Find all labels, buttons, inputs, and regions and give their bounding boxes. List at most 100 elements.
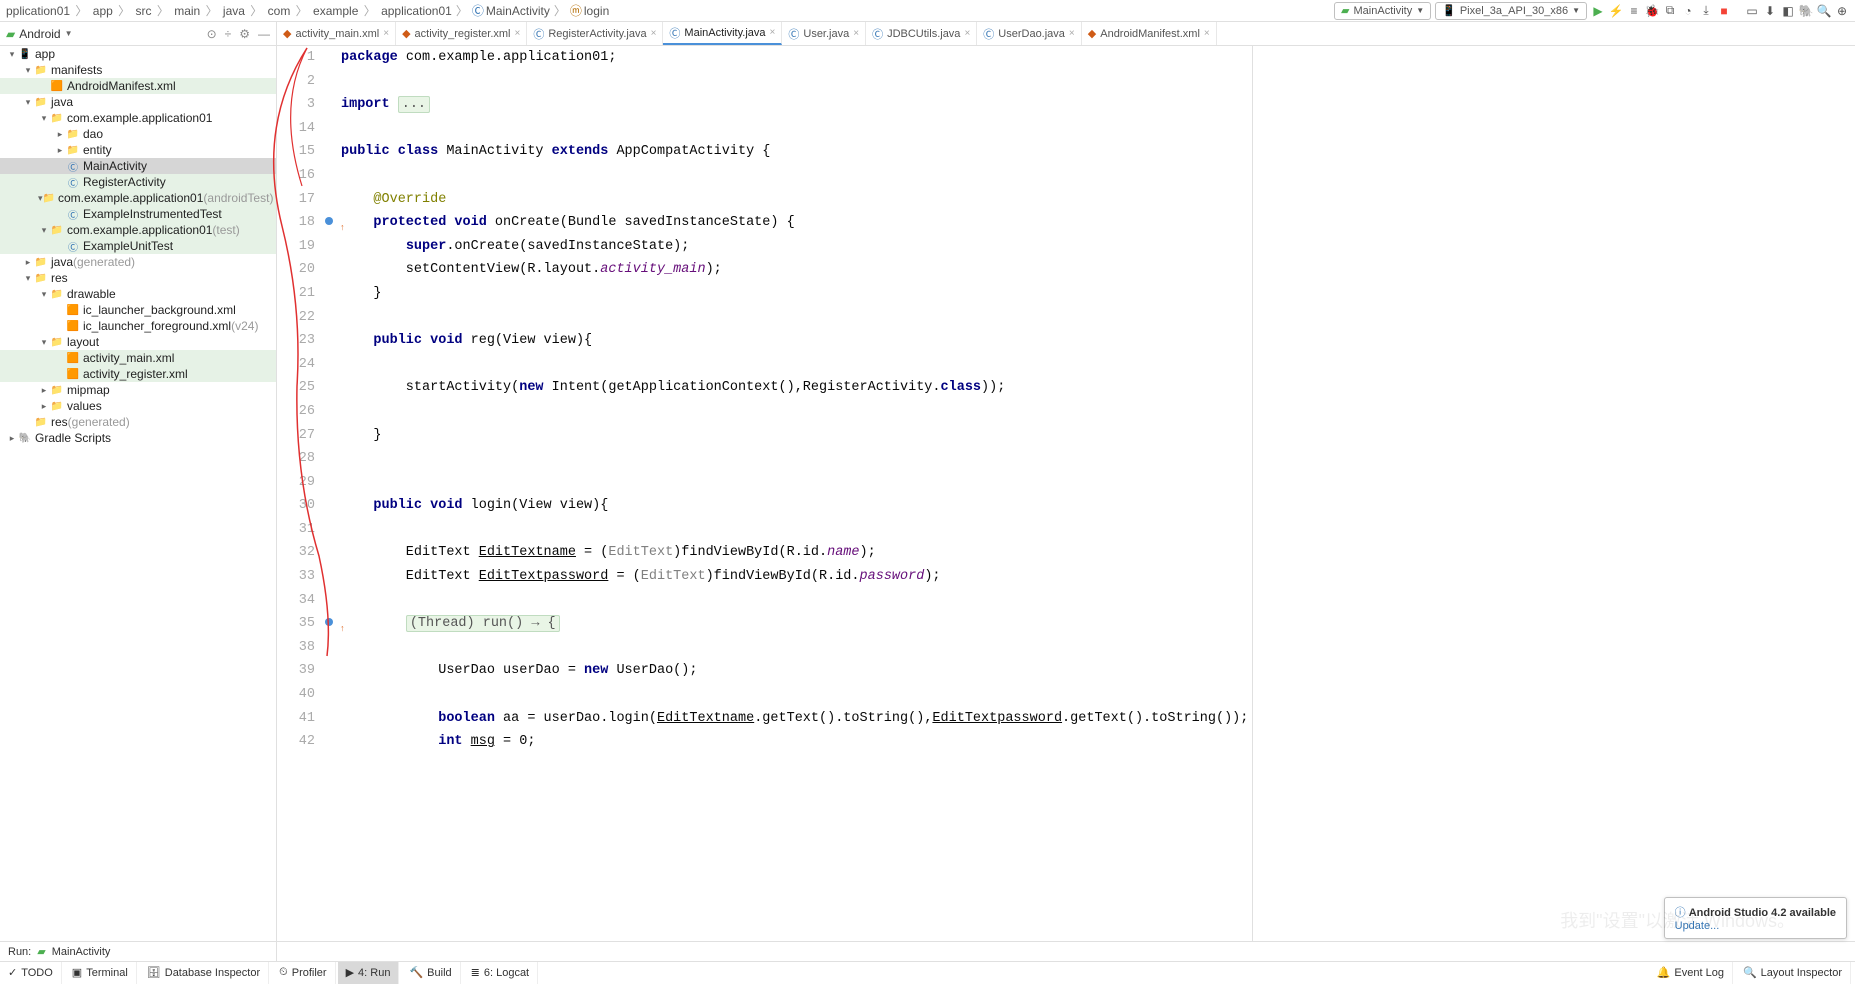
close-tab-icon[interactable]: × [515,28,521,39]
editor-right-margin [1252,46,1253,941]
tree-node[interactable]: ▾📁java [0,94,276,110]
editor-tab[interactable]: ⒸMainActivity.java× [663,22,782,45]
tree-node[interactable]: ▾📁com.example.application01 (androidTest… [0,190,276,206]
tool-window-button[interactable]: 🔔Event Log [1649,962,1733,984]
breadcrumb-class[interactable]: MainActivity [486,4,550,18]
tool-window-button[interactable]: ▶4: Run [338,962,400,984]
android-icon: ▰ [1341,4,1349,17]
tree-node[interactable]: ▸📁entity [0,142,276,158]
apply-code-button[interactable]: ≡ [1627,4,1641,18]
breadcrumb-segment[interactable]: src [136,4,152,18]
breadcrumb-segment[interactable]: application01 [381,4,452,18]
tool-window-button[interactable]: ≣6: Logcat [463,962,538,984]
sync-button[interactable]: 🐘 [1799,4,1813,18]
breadcrumb-segment[interactable]: app [93,4,113,18]
tree-node[interactable]: ▸📁dao [0,126,276,142]
main-toolbar: ▰ MainActivity ▼ 📱 Pixel_3a_API_30_x86 ▼… [1334,2,1849,20]
breadcrumb-segment[interactable]: example [313,4,358,18]
breadcrumb-segment[interactable]: com [268,4,291,18]
tree-node[interactable]: 🟧activity_register.xml [0,366,276,382]
coverage-button[interactable]: ⧉ [1663,4,1677,18]
tree-node[interactable]: 🟧ic_launcher_background.xml [0,302,276,318]
tree-node[interactable]: ▾📁res [0,270,276,286]
breadcrumb-segment[interactable]: java [223,4,245,18]
chevron-down-icon: ▼ [1572,6,1580,15]
editor-tab[interactable]: ⒸJDBCUtils.java× [866,22,977,45]
breadcrumb-segment[interactable]: pplication01 [6,4,70,18]
chevron-down-icon: ▼ [65,29,73,38]
editor-tab[interactable]: ◆activity_main.xml× [277,22,396,45]
scroll-from-source-icon[interactable]: ⊙ [207,27,217,41]
tool-window-button[interactable]: ▣Terminal [64,962,137,984]
breadcrumb-segment[interactable]: main [174,4,200,18]
run-button[interactable]: ▶ [1591,4,1605,18]
breadcrumb-method-icon: ⓜ [570,2,582,19]
android-icon: ▰ [37,945,45,958]
breadcrumb-method[interactable]: login [584,4,609,18]
tree-node[interactable]: ▾📁manifests [0,62,276,78]
run-tool-window-header: Run: ▰ MainActivity [0,941,1855,961]
tree-node[interactable]: ▸📁mipmap [0,382,276,398]
search-button[interactable]: 🔍 [1817,4,1831,18]
tree-node[interactable]: 🟧activity_main.xml [0,350,276,366]
device-dropdown[interactable]: 📱 Pixel_3a_API_30_x86 ▼ [1435,2,1587,20]
tree-node[interactable]: ⒸMainActivity [0,158,276,174]
run-config-dropdown[interactable]: ▰ MainActivity ▼ [1334,2,1431,20]
close-tab-icon[interactable]: × [1204,28,1210,39]
project-view-dropdown[interactable]: ▰ Android ▼ [6,27,73,41]
tree-node[interactable]: ▸📁values [0,398,276,414]
close-tab-icon[interactable]: × [853,28,859,39]
debug-button[interactable]: 🐞 [1645,4,1659,18]
tree-node[interactable]: 🟧ic_launcher_foreground.xml (v24) [0,318,276,334]
editor-tab[interactable]: ◆AndroidManifest.xml× [1082,22,1217,45]
collapse-all-icon[interactable]: ÷ [225,27,232,41]
breadcrumb: pplication01 〉 app 〉 src 〉 main 〉 java 〉… [0,0,1855,22]
more-button[interactable]: ⊕ [1835,4,1849,18]
tree-node[interactable]: ▾📁com.example.application01 (test) [0,222,276,238]
tool-window-button[interactable]: 🔍Layout Inspector [1735,962,1851,984]
gutter[interactable]: 1231415161718↑19202122232425262728293031… [277,46,337,962]
editor-tab[interactable]: ◆activity_register.xml× [396,22,527,45]
project-panel: ▰ Android ▼ ⊙ ÷ ⚙ — ▾📱app▾📁manifests🟧And… [0,22,277,962]
tree-node[interactable]: ▾📁drawable [0,286,276,302]
tool-window-button[interactable]: 🔨Build [401,962,460,984]
close-tab-icon[interactable]: × [964,28,970,39]
tree-node[interactable]: ⒸExampleInstrumentedTest [0,206,276,222]
tree-node[interactable]: ▸📁java (generated) [0,254,276,270]
resource-manager-button[interactable]: ◧ [1781,4,1795,18]
tree-node[interactable]: 🟧AndroidManifest.xml [0,78,276,94]
android-icon: ▰ [6,27,15,41]
editor-tabs: ◆activity_main.xml×◆activity_register.xm… [277,22,1855,46]
tree-node[interactable]: ▾📁layout [0,334,276,350]
editor-tab[interactable]: ⒸUser.java× [782,22,866,45]
tree-node[interactable]: ▾📱app [0,46,276,62]
hide-panel-icon[interactable]: — [258,27,270,41]
code-editor[interactable]: 1231415161718↑19202122232425262728293031… [277,46,1855,962]
editor-tab[interactable]: ⒸUserDao.java× [977,22,1081,45]
close-tab-icon[interactable]: × [770,27,776,38]
avd-manager-button[interactable]: ▭ [1745,4,1759,18]
settings-icon[interactable]: ⚙ [239,27,250,41]
tool-window-button[interactable]: 🗄Database Inspector [139,962,269,984]
tree-node[interactable]: ⒸExampleUnitTest [0,238,276,254]
chevron-icon: 〉 [554,2,566,19]
tree-node[interactable]: ▾📁com.example.application01 [0,110,276,126]
profiler-button[interactable]: ◔ [1681,4,1695,18]
tool-window-button[interactable]: ⏲Profiler [271,962,335,984]
attach-debugger-button[interactable]: ⤓ [1699,4,1713,18]
close-tab-icon[interactable]: × [383,28,389,39]
chevron-icon: 〉 [456,2,468,19]
tree-node[interactable]: 📁res (generated) [0,414,276,430]
close-tab-icon[interactable]: × [1069,28,1075,39]
project-tree[interactable]: ▾📱app▾📁manifests🟧AndroidManifest.xml▾📁ja… [0,46,276,446]
tool-window-button[interactable]: ✓TODO [0,962,62,984]
stop-button[interactable]: ■ [1717,4,1731,18]
run-config-name[interactable]: MainActivity [52,946,111,958]
sdk-manager-button[interactable]: ⬇ [1763,4,1777,18]
editor-tab[interactable]: ⒸRegisterActivity.java× [527,22,663,45]
tree-node[interactable]: ⒸRegisterActivity [0,174,276,190]
code-content[interactable]: package com.example.application01; impor… [337,46,1855,962]
tree-node[interactable]: ▸🐘Gradle Scripts [0,430,276,446]
apply-changes-button[interactable]: ⚡ [1609,4,1623,18]
close-tab-icon[interactable]: × [651,28,657,39]
